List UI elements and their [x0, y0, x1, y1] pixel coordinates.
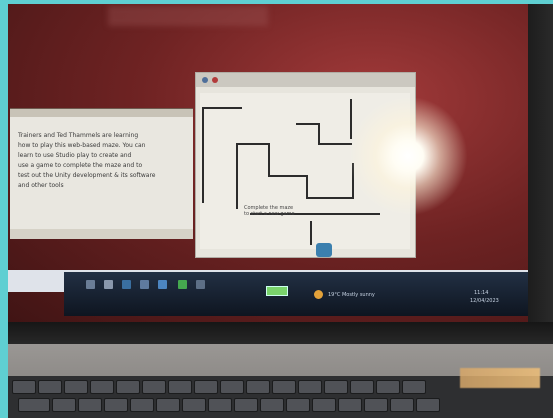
instructions-panel: Trainers and Ted Thammels are learning h… [10, 108, 193, 239]
taskbar-app-icon[interactable] [196, 280, 205, 289]
maze-wall [306, 175, 308, 199]
instructions-line: use a game to complete the maze and to [18, 162, 143, 169]
keyboard-key [38, 380, 62, 394]
panel-title-bar [10, 109, 193, 117]
instructions-text: Trainers and Ted Thammels are learning h… [18, 131, 188, 191]
maze-wall [296, 123, 320, 125]
maze-wall [268, 143, 270, 177]
keyboard-key [220, 380, 244, 394]
keyboard-key [402, 380, 426, 394]
screen-header-blur [108, 6, 268, 26]
taskbar-app-icon[interactable] [178, 280, 187, 289]
taskbar-app-icon[interactable] [158, 280, 167, 289]
instructions-line: learn to use Studio play to create and [18, 152, 132, 159]
instructions-line: Trainers and Ted Thammels are learning [18, 132, 139, 139]
window-button-icon[interactable] [202, 77, 208, 83]
keyboard-key [194, 380, 218, 394]
keyboard-key [78, 398, 102, 412]
keyboard-key [390, 398, 414, 412]
palmrest-sticker [460, 368, 540, 388]
keyboard-key [324, 380, 348, 394]
instructions-line: and other tools [18, 182, 64, 189]
keyboard-key [208, 398, 232, 412]
keyboard-key [338, 398, 362, 412]
clock-date[interactable]: 12/04/2023 [470, 298, 499, 304]
laptop-screen: Trainers and Ted Thammels are learning h… [8, 4, 528, 322]
close-icon[interactable] [212, 77, 218, 83]
keyboard-key [416, 398, 440, 412]
keyboard-key [298, 380, 322, 394]
instructions-line: test out the Unity development & its sof… [18, 172, 156, 179]
maze-wall [306, 197, 354, 199]
maze-window-titlebar[interactable] [196, 73, 415, 87]
keyboard-key [90, 380, 114, 394]
keyboard-key [234, 398, 258, 412]
keyboard-key [142, 380, 166, 394]
keyboard-key [64, 380, 88, 394]
keyboard-key [286, 398, 310, 412]
keyboard-key [116, 380, 140, 394]
keyboard-key [350, 380, 374, 394]
keyboard-key [130, 398, 154, 412]
maze-wall [202, 107, 242, 109]
keyboard-key [364, 398, 388, 412]
keyboard-key [272, 380, 296, 394]
clock-time[interactable]: 11:14 [474, 290, 488, 296]
battery-icon[interactable] [266, 286, 288, 296]
maze-wall [318, 143, 352, 145]
keyboard-key [246, 380, 270, 394]
taskbar-app-icon[interactable] [104, 280, 113, 289]
keyboard-key [182, 398, 206, 412]
taskbar-app-icon[interactable] [140, 280, 149, 289]
maze-wall [236, 143, 238, 209]
maze-wall [202, 107, 204, 203]
keyboard-key [12, 380, 36, 394]
keyboard-key [104, 398, 128, 412]
screen-right-bezel [528, 4, 553, 364]
windows-taskbar[interactable] [64, 272, 528, 316]
keyboard-key [18, 398, 50, 412]
keyboard-key [156, 398, 180, 412]
maze-label-line: to start a new game [244, 211, 295, 217]
laptop-photo: Trainers and Ted Thammels are learning h… [8, 4, 553, 418]
weather-text[interactable]: 19°C Mostly sunny [328, 292, 375, 298]
light-glare [348, 96, 468, 216]
keyboard-key [52, 398, 76, 412]
instructions-line: how to play this web-based maze. You can [18, 142, 146, 149]
keyboard-key [168, 380, 192, 394]
weather-icon[interactable] [314, 290, 323, 299]
keyboard-key [376, 380, 400, 394]
taskbar-app-icon[interactable] [122, 280, 131, 289]
keyboard-key [260, 398, 284, 412]
keyboard-key [312, 398, 336, 412]
player-sprite-icon [316, 243, 332, 257]
maze-label: Complete the maze to start a new game [244, 205, 295, 217]
maze-wall [318, 123, 320, 145]
maze-wall [310, 221, 312, 245]
maze-wall [268, 175, 308, 177]
maze-wall [236, 143, 270, 145]
panel-footer-strip [10, 229, 193, 239]
taskbar-app-icon[interactable] [86, 280, 95, 289]
